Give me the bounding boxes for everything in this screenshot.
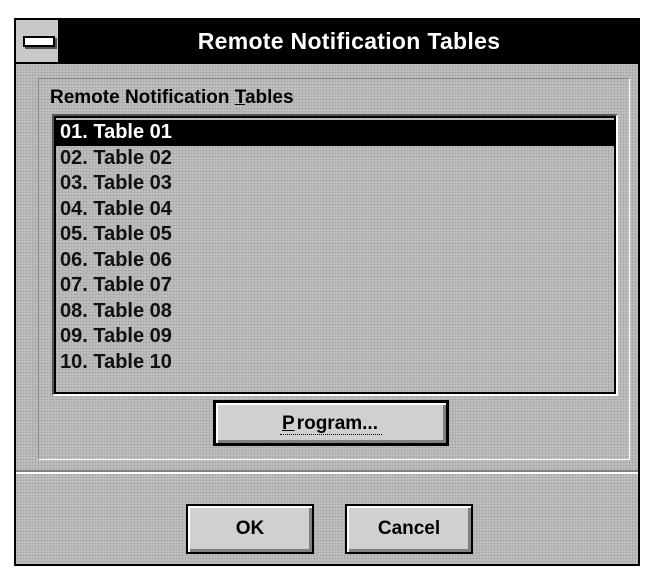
title-bar[interactable]: Remote Notification Tables: [16, 20, 638, 64]
list-item-table-08[interactable]: 08. Table 08: [56, 299, 614, 325]
list-item-table-05[interactable]: 05. Table 05: [56, 222, 614, 248]
program-label-rest: rogram...: [294, 413, 380, 435]
tables-listbox-content: 01. Table 01 02. Table 02 03. Table 03 0…: [54, 116, 616, 394]
list-item-table-02[interactable]: 02. Table 02: [56, 146, 614, 172]
list-item-table-01[interactable]: 01. Table 01: [56, 120, 614, 146]
program-mnemonic: P: [282, 413, 295, 434]
program-button-label: Program...: [280, 413, 382, 435]
tables-group-label: Remote Notification Tables: [50, 87, 294, 109]
program-button[interactable]: Program...: [213, 400, 449, 446]
list-item-table-09[interactable]: 09. Table 09: [56, 324, 614, 350]
tables-label-mnemonic: T: [234, 87, 245, 108]
tables-listbox[interactable]: 01. Table 01 02. Table 02 03. Table 03 0…: [52, 114, 618, 396]
window-title: Remote Notification Tables: [197, 28, 501, 54]
system-menu-bar-glyph: [23, 36, 55, 47]
ok-button[interactable]: OK: [186, 504, 314, 554]
list-item-table-03[interactable]: 03. Table 03: [56, 171, 614, 197]
list-item-table-07[interactable]: 07. Table 07: [56, 273, 614, 299]
system-menu-icon[interactable]: [16, 20, 60, 62]
list-item-table-04[interactable]: 04. Table 04: [56, 197, 614, 223]
tables-label-suffix: ables: [244, 87, 294, 108]
list-item-table-06[interactable]: 06. Table 06: [56, 248, 614, 274]
list-item-table-10[interactable]: 10. Table 10: [56, 350, 614, 376]
dialog-window: Remote Notification Tables Remote Notifi…: [14, 18, 640, 566]
button-separator: [16, 470, 638, 474]
tables-label-prefix: Remote Notification: [50, 87, 235, 108]
cancel-button[interactable]: Cancel: [345, 504, 473, 554]
